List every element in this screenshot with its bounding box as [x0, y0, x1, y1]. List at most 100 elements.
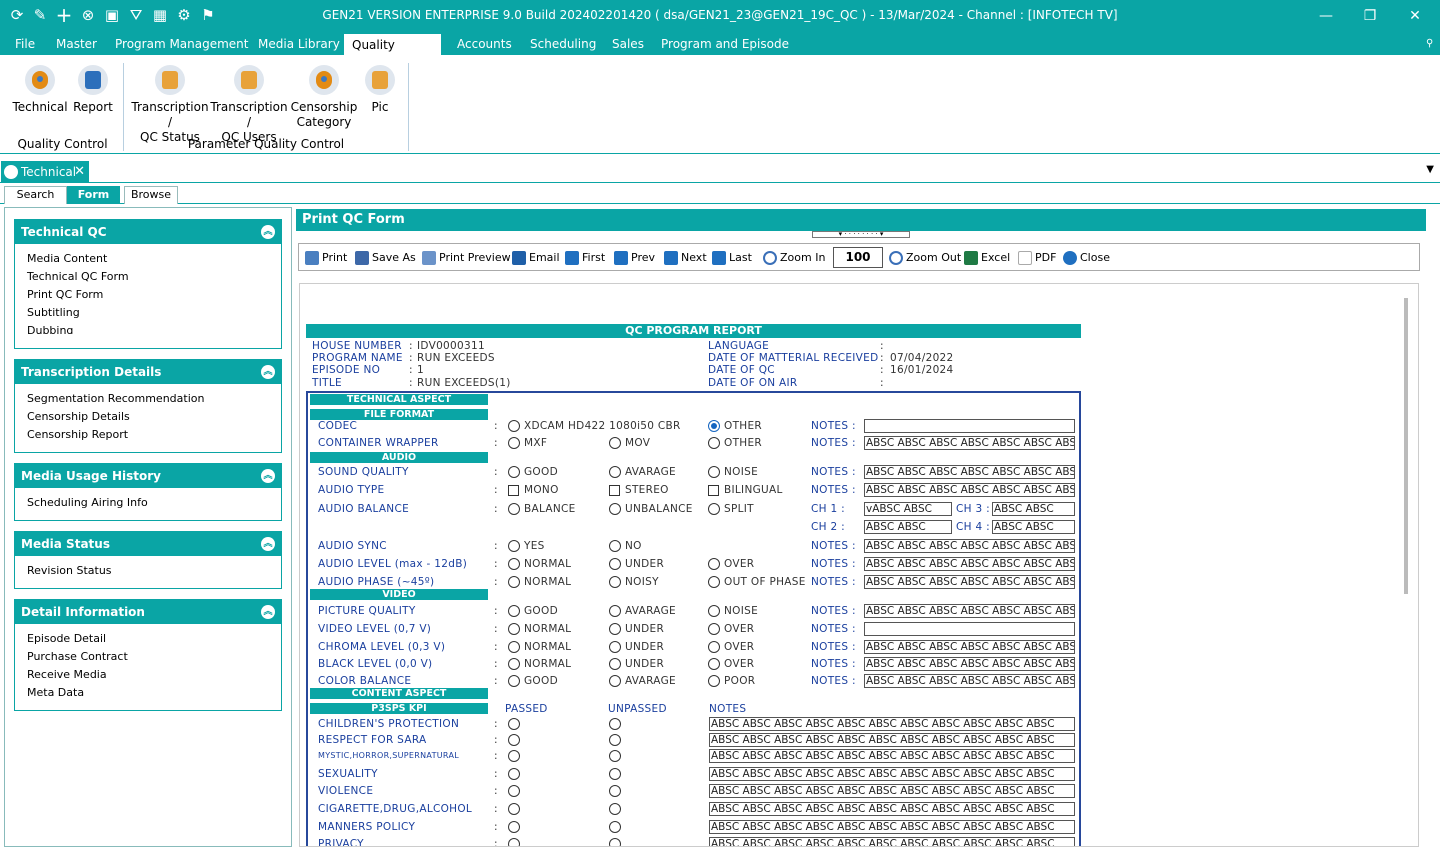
kpi-passed-radio[interactable]	[508, 734, 520, 746]
nav-item-censorship-report[interactable]: Censorship Report	[15, 426, 281, 444]
ch1-field[interactable]: vABSC ABSC	[864, 502, 952, 516]
tab-search[interactable]: Search	[4, 186, 67, 204]
doc-tab-technical[interactable]: Technical ✕	[1, 161, 89, 183]
notes-field[interactable]: ABSC ABSC ABSC ABSC ABSC ABSC ABSC	[864, 657, 1075, 671]
radio-good[interactable]	[508, 675, 520, 687]
radio-poor[interactable]	[708, 675, 720, 687]
notes-field[interactable]: ABSC ABSC ABSC ABSC ABSC ABSC ABSC	[864, 575, 1075, 589]
radio-over[interactable]	[708, 558, 720, 570]
menu-program-and-episode[interactable]: Program and Episode	[653, 33, 797, 55]
print-preview-button[interactable]: Print Preview	[422, 250, 511, 266]
notes-field[interactable]: ABSC ABSC ABSC ABSC ABSC ABSC ABSC	[864, 539, 1075, 553]
notes-field[interactable]: ABSC ABSC ABSC ABSC ABSC ABSC ABSC	[864, 604, 1075, 618]
nav-item-dubbing[interactable]: Dubbing	[15, 322, 281, 334]
kpi-notes-field[interactable]: ABSC ABSC ABSC ABSC ABSC ABSC ABSC ABSC …	[709, 749, 1075, 763]
kpi-unpassed-radio[interactable]	[609, 838, 621, 846]
radio-over[interactable]	[708, 623, 720, 635]
kpi-notes-field[interactable]: ABSC ABSC ABSC ABSC ABSC ABSC ABSC ABSC …	[709, 767, 1075, 781]
ch3-field[interactable]: ABSC ABSC	[992, 502, 1075, 516]
nav-group-header[interactable]: Detail Information ︽	[15, 600, 281, 624]
kpi-notes-field[interactable]: ABSC ABSC ABSC ABSC ABSC ABSC ABSC ABSC …	[709, 733, 1075, 747]
menu-file[interactable]: File	[7, 33, 43, 55]
close-button[interactable]: Close	[1063, 250, 1110, 266]
nav-group-header[interactable]: Technical QC ︽	[15, 220, 281, 244]
print-button[interactable]: Print	[305, 250, 347, 266]
ch2-field[interactable]: ABSC ABSC	[864, 520, 952, 534]
radio-avarage[interactable]	[609, 466, 621, 478]
radio-xdcam-hd422-1080i50-cbr[interactable]	[508, 420, 520, 432]
first-button[interactable]: First	[565, 250, 605, 266]
close-tab-icon[interactable]: ✕	[74, 161, 85, 183]
radio-mov[interactable]	[609, 437, 621, 449]
kpi-notes-field[interactable]: ABSC ABSC ABSC ABSC ABSC ABSC ABSC ABSC …	[709, 784, 1075, 798]
kpi-unpassed-radio[interactable]	[609, 821, 621, 833]
kpi-passed-radio[interactable]	[508, 718, 520, 730]
notes-field[interactable]: ABSC ABSC ABSC ABSC ABSC ABSC ABSC	[864, 465, 1075, 479]
kpi-unpassed-radio[interactable]	[609, 718, 621, 730]
kpi-passed-radio[interactable]	[508, 768, 520, 780]
kpi-unpassed-radio[interactable]	[609, 768, 621, 780]
close-icon[interactable]: ✕	[1405, 7, 1425, 25]
menu-scheduling[interactable]: Scheduling	[522, 33, 604, 55]
checkbox-bilingual[interactable]	[708, 485, 719, 496]
radio-normal[interactable]	[508, 558, 520, 570]
radio-normal[interactable]	[508, 576, 520, 588]
restore-icon[interactable]: ❐	[1360, 7, 1380, 25]
ch4-field[interactable]: ABSC ABSC	[992, 520, 1075, 534]
radio-normal[interactable]	[508, 641, 520, 653]
tab-browse[interactable]: Browse	[124, 186, 178, 204]
radio-over[interactable]	[708, 641, 720, 653]
collapse-icon[interactable]: ︽	[261, 605, 275, 619]
pin-icon[interactable]: ⚲	[1418, 33, 1440, 55]
transcription-qc-users-button[interactable]: Transcription / QC Users	[209, 65, 289, 145]
prev-button[interactable]: Prev	[614, 250, 655, 266]
technical-button[interactable]: Technical	[12, 65, 68, 115]
kpi-notes-field[interactable]: ABSC ABSC ABSC ABSC ABSC ABSC ABSC ABSC …	[709, 802, 1075, 816]
radio-balance[interactable]	[508, 503, 520, 515]
nav-item-print-qc-form[interactable]: Print QC Form	[15, 286, 281, 304]
notes-field[interactable]: ABSC ABSC ABSC ABSC ABSC ABSC ABSC	[864, 640, 1075, 654]
nav-item-subtitling[interactable]: Subtitling	[15, 304, 281, 322]
checkbox-mono[interactable]	[508, 485, 519, 496]
kpi-notes-field[interactable]: ABSC ABSC ABSC ABSC ABSC ABSC ABSC ABSC …	[709, 820, 1075, 834]
nav-item-technical-qc-form[interactable]: Technical QC Form	[15, 268, 281, 286]
nav-group-header[interactable]: Transcription Details ︽	[15, 360, 281, 384]
zoom-input[interactable]: 100	[833, 247, 883, 268]
radio-unbalance[interactable]	[609, 503, 621, 515]
radio-other[interactable]	[708, 437, 720, 449]
minimize-icon[interactable]: —	[1316, 7, 1336, 25]
kpi-unpassed-radio[interactable]	[609, 750, 621, 762]
nav-item-purchase-contract[interactable]: Purchase Contract	[15, 648, 281, 666]
censorship-category-button[interactable]: Censorship Category	[290, 65, 358, 130]
next-button[interactable]: Next	[664, 250, 707, 266]
radio-under[interactable]	[609, 641, 621, 653]
radio-yes[interactable]	[508, 540, 520, 552]
nav-item-segmentation[interactable]: Segmentation Recommendation	[15, 390, 281, 408]
pdf-button[interactable]: PDF	[1018, 250, 1056, 266]
notes-field[interactable]	[864, 419, 1075, 433]
radio-good[interactable]	[508, 466, 520, 478]
radio-under[interactable]	[609, 623, 621, 635]
transcription-qc-status-button[interactable]: Transcription / QC Status	[130, 65, 210, 145]
kpi-passed-radio[interactable]	[508, 821, 520, 833]
email-button[interactable]: Email	[512, 250, 560, 266]
collapse-icon[interactable]: ︽	[261, 537, 275, 551]
nav-item-media-content[interactable]: Media Content	[15, 250, 281, 268]
last-button[interactable]: Last	[712, 250, 752, 266]
tab-form[interactable]: Form	[67, 186, 120, 204]
dropdown-arrow-icon[interactable]: ▼	[1426, 164, 1434, 175]
radio-avarage[interactable]	[609, 605, 621, 617]
radio-split[interactable]	[708, 503, 720, 515]
kpi-passed-radio[interactable]	[508, 803, 520, 815]
splitter-handle[interactable]: ▾ · · · · · · · · ▾	[812, 231, 910, 238]
radio-good[interactable]	[508, 605, 520, 617]
nav-item-scheduling-airing[interactable]: Scheduling Airing Info	[15, 494, 281, 512]
collapse-icon[interactable]: ︽	[261, 225, 275, 239]
nav-item-revision-status[interactable]: Revision Status	[15, 562, 281, 580]
radio-other[interactable]	[708, 420, 720, 432]
nav-group-header[interactable]: Media Status ︽	[15, 532, 281, 556]
save-as-button[interactable]: Save As	[355, 250, 416, 266]
radio-under[interactable]	[609, 658, 621, 670]
radio-normal[interactable]	[508, 658, 520, 670]
kpi-notes-field[interactable]: ABSC ABSC ABSC ABSC ABSC ABSC ABSC ABSC …	[709, 717, 1075, 731]
